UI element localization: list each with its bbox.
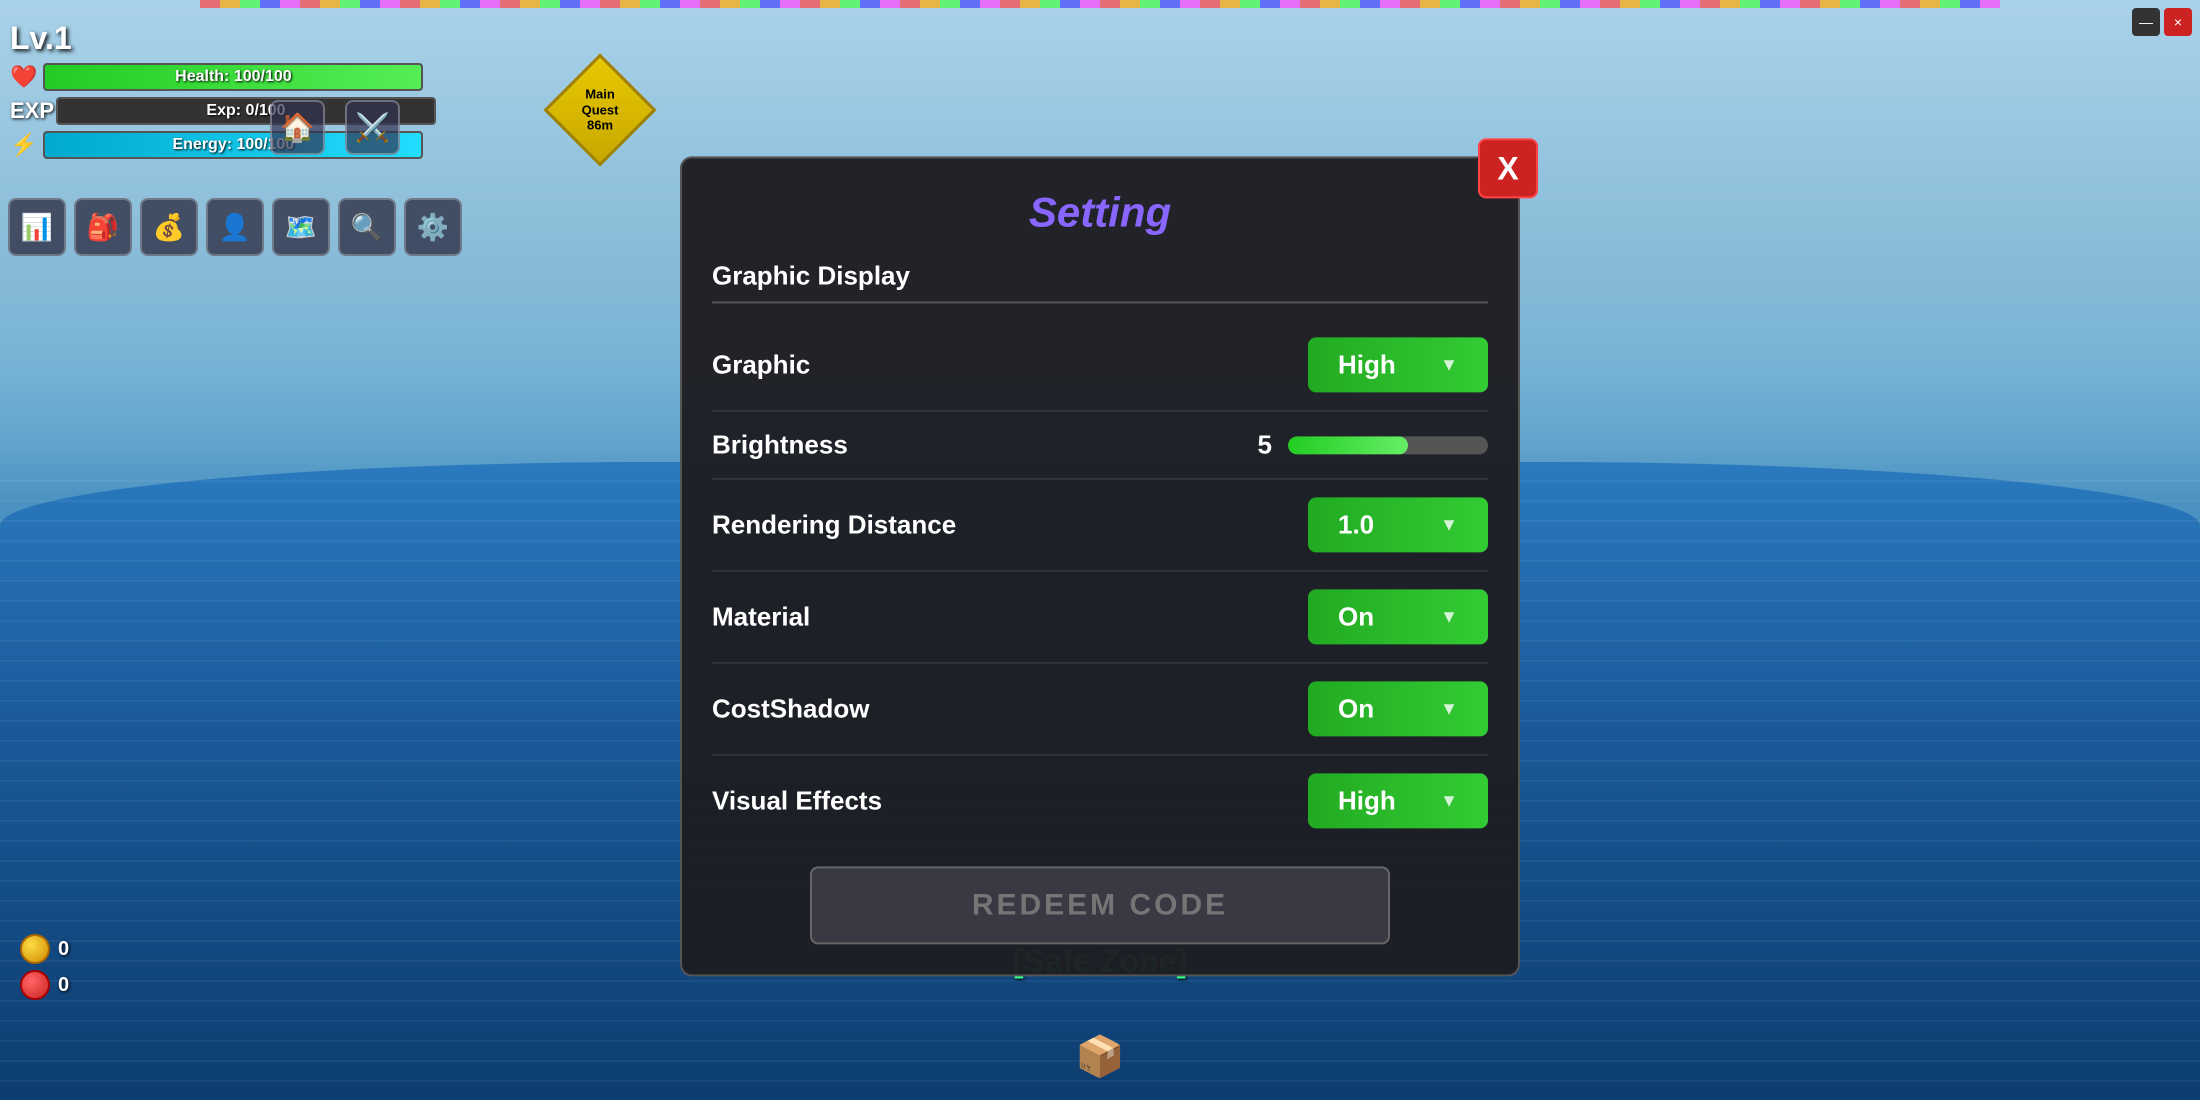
- streamers: [200, 0, 2000, 60]
- quest-diamond: Main Quest 86m: [543, 53, 656, 166]
- costshadow-arrow: ▼: [1440, 698, 1458, 719]
- brightness-label: Brightness: [712, 429, 848, 460]
- costshadow-row: CostShadow On ▼: [712, 663, 1488, 755]
- rendering-distance-label: Rendering Distance: [712, 509, 956, 540]
- brightness-row: Brightness 5: [712, 411, 1488, 479]
- search-icon[interactable]: 🔍: [338, 198, 396, 256]
- dialog-box: X Setting Graphic Display Graphic High ▼…: [680, 156, 1520, 976]
- energy-icon: ⚡: [10, 132, 37, 158]
- material-value-btn[interactable]: On ▼: [1308, 589, 1488, 644]
- bag-icon[interactable]: 🎒: [74, 198, 132, 256]
- exp-label: EXP: [10, 98, 50, 124]
- visual-effects-value-btn[interactable]: High ▼: [1308, 773, 1488, 828]
- level-badge: Lv.1: [10, 20, 436, 57]
- character-icon[interactable]: 👤: [206, 198, 264, 256]
- gems-value: 0: [58, 974, 69, 997]
- combat-nav-btn[interactable]: ⚔️: [345, 100, 400, 155]
- map-icon[interactable]: 🗺️: [272, 198, 330, 256]
- brightness-fill: [1288, 436, 1408, 454]
- visual-effects-value: High: [1338, 785, 1396, 816]
- gem-icon: [20, 970, 50, 1000]
- material-label: Material: [712, 601, 810, 632]
- brightness-control: 5: [1258, 429, 1488, 460]
- toolbar-section: 📊 🎒 💰 👤 🗺️ 🔍 ⚙️: [0, 190, 470, 264]
- rendering-distance-arrow: ▼: [1440, 514, 1458, 535]
- chest-icon: 📦: [1075, 1033, 1125, 1080]
- heart-icon: ❤️: [10, 64, 37, 90]
- costshadow-label: CostShadow: [712, 693, 869, 724]
- coin-icon: [20, 934, 50, 964]
- visual-effects-arrow: ▼: [1440, 790, 1458, 811]
- quest-text: Main Quest 86m: [582, 87, 619, 134]
- coins-display: 0: [20, 934, 69, 964]
- minimize-btn[interactable]: —: [2132, 8, 2160, 36]
- visual-effects-label: Visual Effects: [712, 785, 882, 816]
- visual-effects-row: Visual Effects High ▼: [712, 755, 1488, 846]
- graphic-value-btn[interactable]: High ▼: [1308, 337, 1488, 392]
- redeem-code-input[interactable]: [810, 866, 1390, 944]
- health-bar: Health: 100/100: [43, 63, 423, 91]
- dialog-title: Setting: [712, 188, 1488, 236]
- shop-icon[interactable]: 💰: [140, 198, 198, 256]
- material-row: Material On ▼: [712, 571, 1488, 663]
- brightness-bar[interactable]: [1288, 436, 1488, 454]
- currency-display: 0 0: [20, 934, 69, 1000]
- window-controls: — ×: [2132, 8, 2192, 36]
- quest-label: Main Quest: [582, 87, 619, 118]
- main-quest-marker: Main Quest 86m: [560, 70, 640, 150]
- rendering-distance-row: Rendering Distance 1.0 ▼: [712, 479, 1488, 571]
- nav-top: 🏠 ⚔️: [270, 100, 400, 155]
- gems-display: 0: [20, 970, 69, 1000]
- close-button[interactable]: X: [1478, 138, 1538, 198]
- costshadow-value: On: [1338, 693, 1374, 724]
- redeem-area: [712, 866, 1488, 944]
- graphic-value: High: [1338, 349, 1396, 380]
- window-close-btn[interactable]: ×: [2164, 8, 2192, 36]
- brightness-value: 5: [1258, 429, 1272, 460]
- rendering-distance-value: 1.0: [1338, 509, 1374, 540]
- settings-icon[interactable]: ⚙️: [404, 198, 462, 256]
- coins-value: 0: [58, 938, 69, 961]
- section-title: Graphic Display: [712, 260, 1488, 303]
- window-close-icon: ×: [2174, 14, 2182, 30]
- costshadow-value-btn[interactable]: On ▼: [1308, 681, 1488, 736]
- settings-dialog: X Setting Graphic Display Graphic High ▼…: [680, 156, 1520, 976]
- rendering-distance-value-btn[interactable]: 1.0 ▼: [1308, 497, 1488, 552]
- minimize-icon: —: [2139, 14, 2153, 30]
- home-nav-btn[interactable]: 🏠: [270, 100, 325, 155]
- close-icon: X: [1497, 150, 1518, 187]
- health-bar-row: ❤️ Health: 100/100: [10, 63, 436, 91]
- health-text: Health: 100/100: [45, 68, 421, 86]
- quest-distance: 86m: [582, 118, 619, 134]
- material-value: On: [1338, 601, 1374, 632]
- graphic-row: Graphic High ▼: [712, 319, 1488, 411]
- stats-icon[interactable]: 📊: [8, 198, 66, 256]
- material-arrow: ▼: [1440, 606, 1458, 627]
- graphic-dropdown-arrow: ▼: [1440, 354, 1458, 375]
- graphic-label: Graphic: [712, 349, 810, 380]
